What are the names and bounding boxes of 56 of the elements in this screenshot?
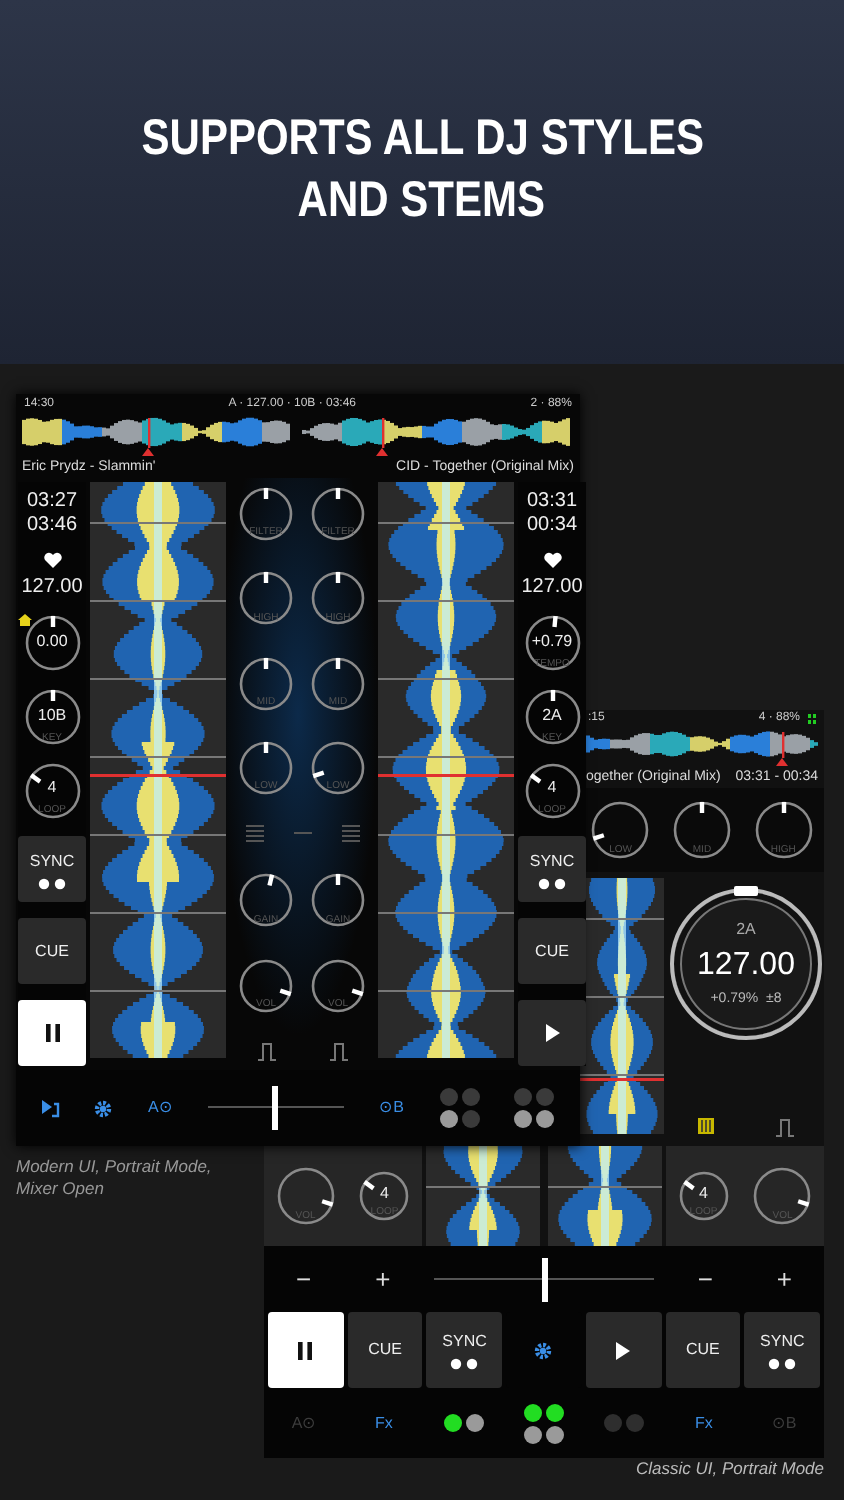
crossfader-slider[interactable] xyxy=(434,1257,654,1301)
crossfader-slider[interactable] xyxy=(207,1086,344,1130)
cue-button[interactable]: CUE xyxy=(347,1312,423,1388)
sync-button[interactable]: SYNC xyxy=(518,836,586,903)
dots-icon xyxy=(450,1358,479,1370)
pause-button[interactable] xyxy=(18,999,86,1066)
settings-icon xyxy=(94,1099,113,1117)
remaining-time: 00:34 xyxy=(526,513,578,536)
grid-icon xyxy=(698,1118,715,1134)
headline: SUPPORTS ALL DJ STYLES xyxy=(140,107,704,170)
pause-icon xyxy=(298,1341,313,1359)
caption: Modern UI, Portrait Mode, Mixer Open xyxy=(16,1156,212,1199)
elapsed-time: 03:27 xyxy=(26,490,78,513)
headline: AND STEMS xyxy=(298,170,546,232)
pitch-up-button[interactable]: + xyxy=(367,1259,399,1299)
waveform-drawing xyxy=(426,1146,540,1246)
pulse-icon xyxy=(329,1041,347,1062)
list-icon xyxy=(341,824,359,845)
cue-button[interactable]: CUE xyxy=(665,1312,741,1388)
dots-icon xyxy=(538,877,566,890)
play-button[interactable] xyxy=(518,999,586,1066)
bpm-value: 127.00 xyxy=(21,575,83,599)
play-icon xyxy=(545,1023,559,1042)
caption: Classic UI, Portrait Mode xyxy=(636,1458,824,1478)
deck-function-button[interactable]: Fx xyxy=(375,1411,393,1435)
play-button[interactable] xyxy=(585,1312,662,1388)
pulse-icon xyxy=(257,1041,275,1062)
settings-icon xyxy=(534,1341,553,1359)
pitch-down-button[interactable]: − xyxy=(288,1259,320,1299)
cue-button[interactable]: CUE xyxy=(518,918,586,985)
waveform-drawing xyxy=(548,1146,662,1246)
play-icon xyxy=(616,1341,631,1359)
heart-icon xyxy=(543,551,561,568)
elapsed-time: 03:31 xyxy=(526,490,578,513)
pause-button[interactable] xyxy=(268,1312,344,1388)
dots-icon xyxy=(38,877,66,890)
dash-icon xyxy=(293,832,311,837)
deck-a-button[interactable]: A⊙ xyxy=(148,1096,173,1120)
pitch-up-button[interactable]: + xyxy=(768,1259,800,1299)
heart-icon xyxy=(43,551,61,568)
sync-button[interactable]: SYNC xyxy=(744,1312,820,1388)
pause-icon xyxy=(45,1023,59,1042)
grid-icon xyxy=(808,714,816,724)
skip-icon xyxy=(41,1099,60,1117)
deck-function-button[interactable]: Fx xyxy=(695,1411,713,1435)
knob[interactable]: 0.00 xyxy=(23,614,81,673)
pulse-icon xyxy=(775,1118,794,1138)
cue-button[interactable]: CUE xyxy=(18,918,86,985)
sync-button[interactable]: SYNC xyxy=(18,836,86,903)
pitch-down-button[interactable]: − xyxy=(689,1259,721,1299)
remaining-time: 03:46 xyxy=(26,513,78,536)
list-icon xyxy=(245,824,263,845)
bpm-value: 127.00 xyxy=(521,575,583,599)
dots-icon xyxy=(768,1358,797,1370)
sync-button[interactable]: SYNC xyxy=(426,1312,503,1388)
deck-b-button[interactable]: ⊙B xyxy=(379,1096,404,1120)
